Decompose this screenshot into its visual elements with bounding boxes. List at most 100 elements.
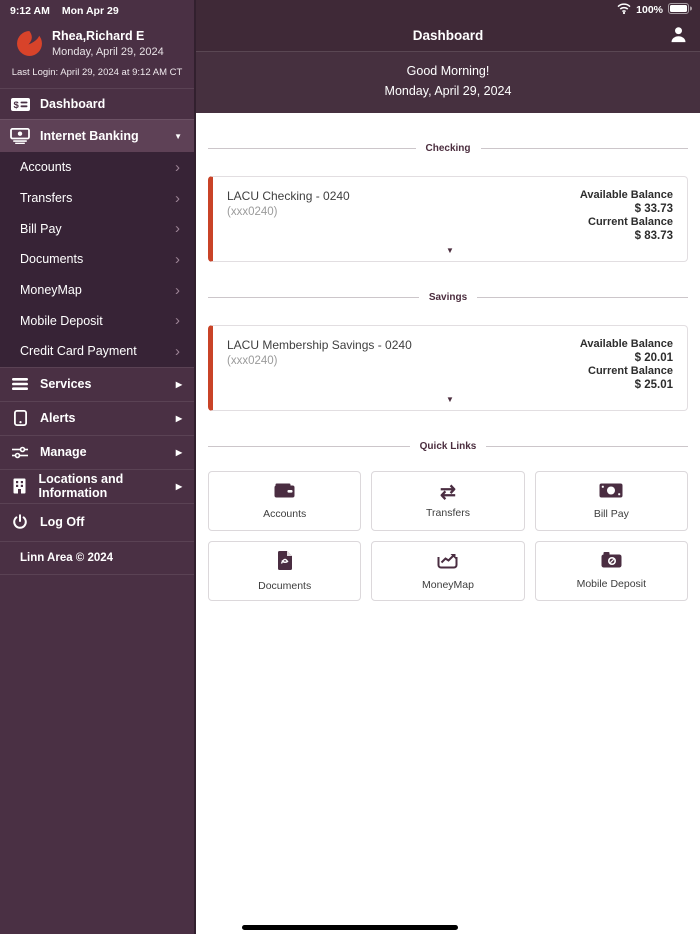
user-name: Rhea,Richard E [52, 29, 145, 43]
user-date: Monday, April 29, 2024 [52, 46, 164, 58]
current-balance-label: Current Balance [588, 365, 673, 377]
sidebar-item-label: Log Off [40, 515, 85, 530]
chevron-right-icon: › [175, 250, 180, 268]
sidebar-item-label: Dashboard [40, 97, 106, 111]
chevron-down-icon: ▼ [174, 131, 182, 141]
quick-link-accounts[interactable]: Accounts [208, 471, 362, 531]
sidebar-item-label: Alerts [40, 411, 76, 426]
wallet-icon [274, 483, 295, 503]
trend-chart-icon [437, 552, 458, 574]
section-label: Quick Links [419, 441, 477, 452]
home-indicator-handle[interactable] [242, 924, 458, 930]
available-balance-value: $ 20.01 [634, 351, 673, 364]
status-bar-right: 100% [196, 0, 700, 20]
banknote-icon [599, 483, 623, 503]
sidebar-item-manage[interactable]: Manage ▶ [0, 434, 194, 469]
quick-link-label: Transfers [426, 507, 470, 519]
account-info: LACU Membership Savings - 0240 (xxx0240) [227, 338, 412, 392]
sidebar-item-label: Internet Banking [40, 129, 139, 143]
savings-account-card[interactable]: LACU Membership Savings - 0240 (xxx0240)… [208, 325, 688, 411]
quick-link-documents[interactable]: Documents [208, 541, 362, 601]
battery-percent-text: 100% [636, 4, 663, 16]
sidebar-item-credit-card-payment[interactable]: Credit Card Payment › [0, 336, 194, 367]
chevron-right-icon: › [175, 342, 180, 360]
sidebar-item-documents[interactable]: Documents › [0, 244, 194, 275]
quick-link-moneymap[interactable]: MoneyMap [371, 541, 525, 601]
account-name: LACU Checking - 0240 [227, 189, 350, 203]
divider-line [477, 297, 689, 298]
status-date: Mon Apr 29 [61, 5, 119, 17]
sidebar-item-transfers[interactable]: Transfers › [0, 183, 194, 214]
divider-line [208, 148, 416, 149]
main-header: 100% Dashboard Good Morning! Monday, Apr… [196, 0, 700, 113]
subitem-label: Accounts [20, 160, 72, 175]
status-time: 9:12 AM [10, 5, 50, 17]
sidebar-item-label: Locations and Information [38, 472, 124, 501]
sidebar-item-internet-banking[interactable]: Internet Banking ▼ [0, 119, 194, 152]
sidebar-item-log-off[interactable]: Log Off [0, 502, 194, 541]
chevron-right-icon: › [175, 312, 180, 330]
current-balance-value: $ 25.01 [634, 378, 673, 391]
expand-card-chevron-down-icon[interactable]: ▼ [440, 393, 460, 406]
sidebar-item-mobile-deposit[interactable]: Mobile Deposit › [0, 305, 194, 336]
quick-link-label: Documents [258, 579, 312, 592]
section-divider-savings: Savings [208, 292, 689, 303]
sidebar-filler [0, 575, 194, 934]
current-balance-value: $ 83.73 [634, 229, 673, 242]
sidebar-item-moneymap[interactable]: MoneyMap › [0, 275, 194, 306]
subitem-label: Mobile Deposit [20, 313, 103, 328]
banking-app: 9:12 AM Mon Apr 29 Rhea,Richard E Monday… [0, 0, 700, 934]
quick-link-label: MoneyMap [422, 578, 474, 591]
chevron-right-filled-icon: ▶ [175, 447, 182, 457]
account-balances: Available Balance $ 33.73 Current Balanc… [580, 189, 673, 243]
account-name: LACU Membership Savings - 0240 [227, 338, 412, 352]
quick-link-mobile-deposit[interactable]: Mobile Deposit [534, 541, 688, 601]
page-title: Dashboard [412, 28, 484, 43]
chevron-right-filled-icon: ▶ [175, 413, 182, 423]
section-divider-checking: Checking [208, 143, 689, 154]
sidebar-item-dashboard[interactable]: $ Dashboard [0, 88, 194, 119]
available-balance-label: Available Balance [579, 189, 673, 201]
battery-icon [668, 3, 692, 17]
internet-banking-subnav: Accounts › Transfers › Bill Pay › Docume… [0, 152, 194, 367]
account-info: LACU Checking - 0240 (xxx0240) [227, 189, 350, 243]
subitem-label: Bill Pay [20, 221, 62, 236]
svg-text:$: $ [13, 100, 19, 111]
chevron-right-icon: › [175, 189, 180, 207]
sidebar-item-accounts[interactable]: Accounts › [0, 152, 194, 183]
checking-account-card[interactable]: LACU Checking - 0240 (xxx0240) Available… [208, 176, 688, 262]
sidebar-item-services[interactable]: Services ▶ [0, 366, 194, 401]
section-label: Savings [428, 292, 468, 303]
copyright-text: Linn Area © 2024 [0, 540, 194, 575]
profile-button[interactable] [669, 25, 688, 49]
building-icon [10, 478, 29, 494]
available-balance-value: $ 33.73 [634, 202, 673, 215]
available-balance-label: Available Balance [579, 338, 673, 350]
credit-union-logo-icon [16, 30, 43, 57]
quick-link-transfers[interactable]: ⇄ Transfers [371, 471, 525, 531]
chevron-right-icon: › [175, 158, 180, 176]
greeting-banner: Good Morning! Monday, April 29, 2024 [196, 52, 700, 113]
sidebar-item-locations-and-information[interactable]: Locations and Information ▶ [0, 468, 194, 503]
quick-link-bill-pay[interactable]: Bill Pay [534, 471, 688, 531]
expand-card-chevron-down-icon[interactable]: ▼ [440, 244, 460, 257]
account-masked-number: (xxx0240) [227, 355, 278, 367]
section-divider-quick-links: Quick Links [208, 441, 688, 452]
divider-line [486, 446, 688, 447]
sidebar-item-bill-pay[interactable]: Bill Pay › [0, 213, 194, 244]
tablet-icon [10, 410, 30, 427]
quick-link-label: Bill Pay [593, 507, 629, 520]
subitem-label: MoneyMap [20, 283, 82, 298]
subitem-label: Transfers [20, 191, 73, 206]
quick-link-label: Mobile Deposit [576, 578, 647, 590]
section-label: Checking [425, 143, 471, 154]
sidebar: 9:12 AM Mon Apr 29 Rhea,Richard E Monday… [0, 0, 196, 934]
account-balances: Available Balance $ 20.01 Current Balanc… [580, 338, 673, 392]
quick-links-grid: Accounts ⇄ Transfers Bill Pay Documents … [208, 471, 688, 601]
divider-line [208, 297, 419, 298]
wifi-icon [617, 3, 631, 17]
account-masked-number: (xxx0240) [227, 206, 278, 218]
pdf-file-icon [277, 550, 293, 575]
sidebar-item-alerts[interactable]: Alerts ▶ [0, 400, 194, 435]
main-area: 100% Dashboard Good Morning! Monday, Apr… [196, 0, 700, 934]
